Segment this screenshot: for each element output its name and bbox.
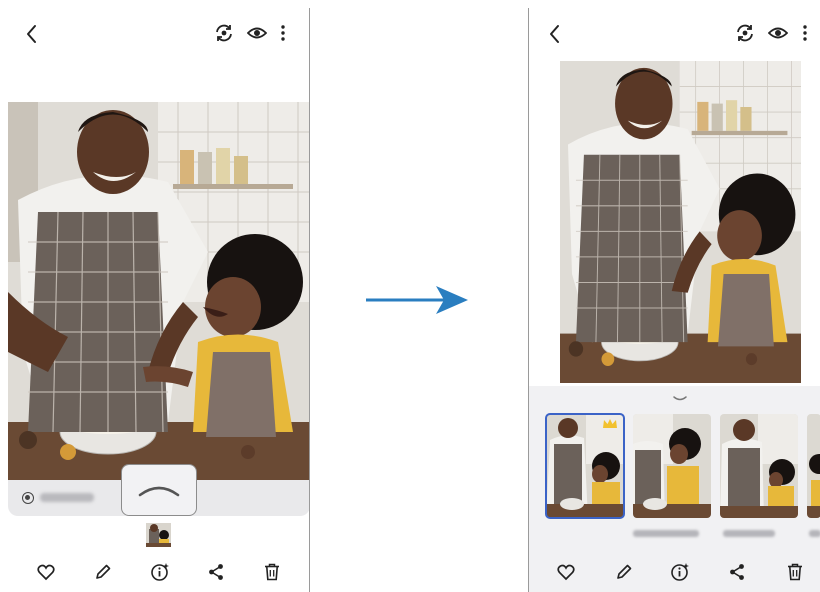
heart-icon[interactable] [557, 563, 575, 581]
thumbnail-card[interactable] [633, 414, 711, 518]
sheet-collapse-chevron-icon[interactable] [673, 396, 687, 402]
bottom-action-bar [529, 560, 820, 586]
filmstrip-thumbnail[interactable] [146, 523, 171, 547]
back-arrow-icon[interactable] [26, 24, 38, 44]
remaster-icon[interactable] [735, 23, 755, 43]
best-shot-thumbnails [529, 413, 820, 537]
back-arrow-icon[interactable] [549, 24, 561, 44]
trash-icon[interactable] [264, 563, 280, 581]
thumbnail-card[interactable] [720, 414, 798, 518]
swipe-up-chevron-icon [138, 483, 180, 497]
best-shot-radio[interactable] [22, 492, 34, 504]
bottom-action-bar [8, 560, 309, 586]
more-options-icon[interactable] [280, 24, 286, 42]
crown-icon [602, 418, 618, 430]
phone-screen-before [8, 8, 310, 592]
info-sparkle-icon[interactable] [670, 562, 690, 582]
blurred-caption [723, 530, 775, 537]
trash-icon[interactable] [787, 563, 803, 581]
share-icon[interactable] [729, 563, 745, 581]
best-shot-bottom-sheet [529, 386, 820, 592]
pencil-icon[interactable] [94, 563, 112, 581]
photo-viewer-image[interactable] [8, 102, 309, 480]
pencil-icon[interactable] [615, 563, 633, 581]
transition-arrow-icon [366, 284, 468, 321]
thumbnail-image [807, 414, 820, 518]
comparison-stage [0, 0, 820, 592]
info-sparkle-icon[interactable] [150, 562, 170, 582]
photo-kitchen-father-child [560, 61, 801, 383]
phone-screen-after [528, 8, 820, 592]
photo-kitchen-father-child [8, 102, 309, 480]
blurred-caption [633, 530, 699, 537]
more-options-icon[interactable] [802, 24, 808, 42]
heart-icon[interactable] [37, 563, 55, 581]
thumbnail-image [146, 523, 171, 547]
top-app-bar [529, 20, 820, 48]
remaster-icon[interactable] [214, 23, 234, 43]
blurred-label [40, 493, 94, 502]
eye-icon[interactable] [247, 25, 267, 41]
blurred-caption [809, 530, 820, 537]
share-icon[interactable] [208, 563, 224, 581]
thumbnail-card[interactable] [807, 414, 820, 518]
photo-viewer-image[interactable] [560, 61, 801, 383]
thumbnail-card[interactable] [545, 413, 625, 519]
thumbnail-image [720, 414, 798, 518]
swipe-up-handle-callout[interactable] [121, 464, 197, 516]
top-app-bar [8, 20, 309, 48]
thumbnail-image [633, 414, 711, 518]
eye-icon[interactable] [768, 25, 788, 41]
